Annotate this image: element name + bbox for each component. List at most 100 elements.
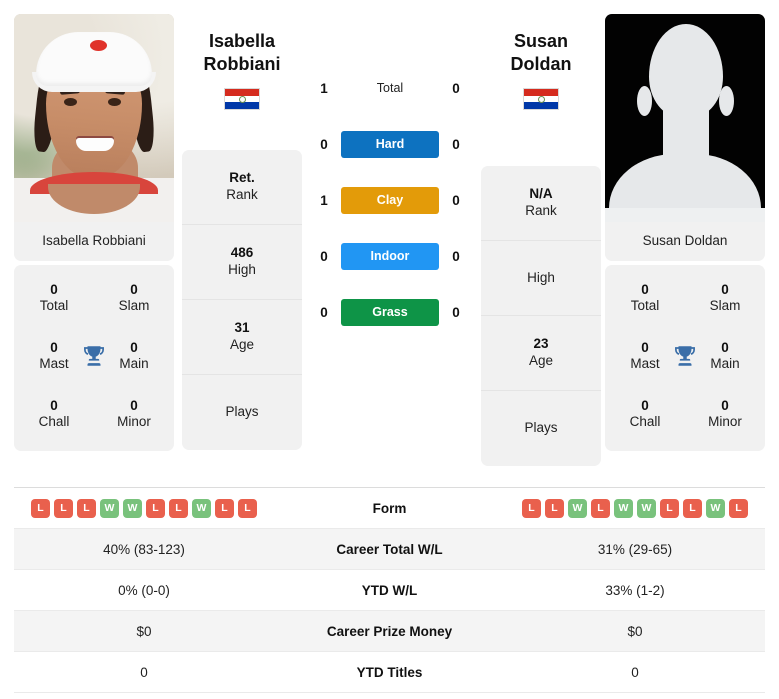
trophy-icon — [81, 343, 107, 369]
h2h-left-count: 0 — [320, 248, 328, 264]
form-badge-loss: L — [591, 498, 610, 518]
h2h-surface-hard[interactable]: Hard — [338, 130, 442, 158]
form-badge-loss: L — [683, 498, 702, 518]
ytd-titles-right: 0 — [631, 664, 639, 680]
form-badge-loss: L — [146, 498, 165, 518]
trophy-icon — [672, 343, 698, 369]
form-badges-right: LLWLWWLLWL — [505, 498, 765, 518]
h2h-row-indoor: 0 Indoor 0 — [310, 228, 470, 284]
flag-paraguay-icon — [523, 88, 559, 111]
titles-total-value: 0 — [50, 281, 58, 297]
titles-slam-label: Slam — [709, 298, 741, 313]
h2h-right-count: 0 — [452, 304, 460, 320]
titles-row-2: 0 Mast 0 Main — [605, 327, 765, 385]
titles-slam-label: Slam — [118, 298, 150, 313]
h2h-surface-label[interactable]: Grass — [341, 298, 439, 326]
player-right-bio-card: N/A Rank High 23 Age Plays — [481, 166, 601, 466]
h2h-right-count: 0 — [452, 136, 460, 152]
photo-eye-right — [108, 98, 121, 106]
player-left-bio-card: Ret. Rank 486 High 31 Age Plays — [182, 150, 302, 450]
player-left-last-name: Robbiani — [203, 54, 281, 75]
h2h-left-count: 0 — [320, 304, 328, 320]
form-badge-win: W — [192, 498, 211, 518]
h2h-surface-clay[interactable]: Clay — [338, 186, 442, 214]
photo-cap-logo — [90, 40, 107, 51]
table-row-ytd-wl: 0% (0-0) YTD W/L 33% (1-2) — [14, 570, 765, 611]
flag-band-red — [524, 89, 558, 96]
player-left-photo-caption: Isabella Robbiani — [14, 222, 174, 261]
h2h-row-clay: 1 Clay 0 — [310, 172, 470, 228]
titles-chall-right: 0 Chall — [605, 398, 685, 431]
form-badge-loss: L — [77, 498, 96, 518]
form-badge-loss: L — [54, 498, 73, 518]
h2h-right-count: 0 — [452, 248, 460, 264]
bio-high-value: 486 — [230, 245, 254, 261]
titles-chall-label: Chall — [38, 414, 70, 429]
h2h-surface-label[interactable]: Hard — [341, 130, 439, 158]
form-badge-win: W — [706, 498, 725, 518]
bio-age-label: Age — [229, 337, 255, 352]
bio-age-label: Age — [528, 353, 554, 368]
h2h-left-count: 1 — [320, 192, 328, 208]
career-total-wl-left: 40% (83-123) — [103, 541, 185, 557]
bio-age-value: 23 — [533, 336, 549, 352]
bio-rank-value: Ret. — [229, 170, 255, 186]
bio-high-right: High — [481, 241, 601, 316]
bio-high-label: High — [228, 262, 256, 277]
h2h-right-count: 0 — [452, 192, 460, 208]
h2h-surface-grass[interactable]: Grass — [338, 298, 442, 326]
bio-age-right: 23 Age — [481, 316, 601, 391]
form-badge-loss: L — [522, 498, 541, 518]
form-badge-loss: L — [660, 498, 679, 518]
titles-total-value: 0 — [641, 281, 649, 297]
table-row-career-prize-money: $0 Career Prize Money $0 — [14, 611, 765, 652]
table-row-label: YTD Titles — [356, 664, 423, 680]
bio-rank-right: N/A Rank — [481, 166, 601, 241]
flag-band-blue — [524, 102, 558, 110]
h2h-surface-label[interactable]: Indoor — [341, 242, 439, 270]
titles-slam-left: 0 Slam — [94, 282, 174, 315]
player-right-titles-grid: 0 Total 0 Slam 0 Mast 0 Main 0 Chall 0 M… — [605, 265, 765, 451]
photo-shirt — [14, 172, 174, 222]
bio-rank-label: Rank — [226, 187, 258, 202]
bio-rank-value: N/A — [529, 186, 553, 202]
bio-high-left: 486 High — [182, 225, 302, 300]
player-right-last-name: Doldan — [510, 54, 572, 75]
form-badge-loss: L — [729, 498, 748, 518]
bio-plays-right: Plays — [481, 391, 601, 466]
bio-plays-left: Plays — [182, 375, 302, 450]
titles-slam-right: 0 Slam — [685, 282, 765, 315]
player-left-heading: Isabella Robbiani — [182, 30, 302, 111]
titles-minor-value: 0 — [721, 397, 729, 413]
silhouette-base — [605, 208, 765, 222]
table-row-form: LLLWWLLWLL Form LLWLWWLLWL — [14, 488, 765, 529]
career-prize-money-right: $0 — [627, 623, 643, 639]
form-badge-win: W — [100, 498, 119, 518]
titles-minor-label: Minor — [708, 414, 742, 429]
player-left-first-name: Isabella — [208, 31, 276, 51]
bio-plays-label: Plays — [524, 420, 558, 436]
h2h-surface-label[interactable]: Clay — [341, 186, 439, 214]
h2h-left-count: 1 — [320, 80, 328, 96]
form-left: LLLWWLLWLL — [14, 498, 274, 518]
form-badge-loss: L — [545, 498, 564, 518]
ytd-wl-right: 33% (1-2) — [605, 582, 665, 598]
player-right-photo-caption: Susan Doldan — [605, 222, 765, 261]
career-prize-money-left: $0 — [136, 623, 152, 639]
photo-eye-left — [64, 98, 77, 106]
titles-minor-value: 0 — [130, 397, 138, 413]
player-comparison-panel: Isabella Robbiani 0 Total 0 Slam 0 Mast — [0, 0, 779, 480]
h2h-surface-indoor[interactable]: Indoor — [338, 242, 442, 270]
form-badge-loss: L — [31, 498, 50, 518]
titles-row-3: 0 Chall 0 Minor — [605, 385, 765, 443]
flag-emblem — [537, 95, 545, 103]
bio-plays-label: Plays — [225, 404, 259, 420]
flag-paraguay-icon — [224, 88, 260, 111]
h2h-row-total: 1 Total 0 — [310, 60, 470, 116]
player-left-titles-grid: 0 Total 0 Slam 0 Mast 0 Main 0 Chall 0 M… — [14, 265, 174, 451]
ytd-wl-left: 0% (0-0) — [118, 582, 170, 598]
player-right-photo — [605, 14, 765, 222]
titles-row-2: 0 Mast 0 Main — [14, 327, 174, 385]
table-row-label: Form — [372, 500, 407, 516]
titles-minor-left: 0 Minor — [94, 398, 174, 431]
